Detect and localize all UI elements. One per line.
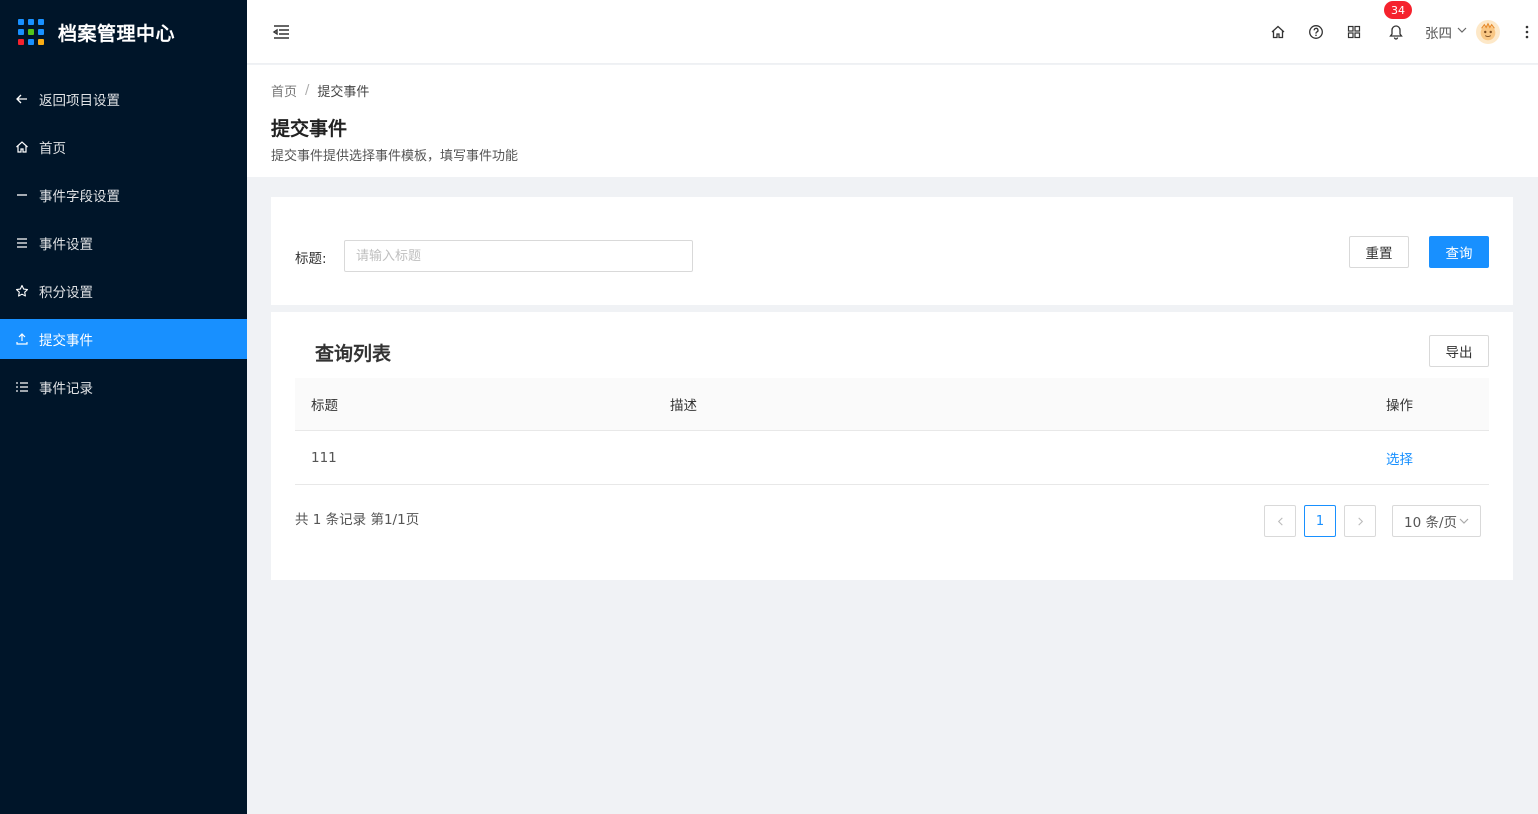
home-icon xyxy=(15,140,29,154)
breadcrumb: 首页 / 提交事件 xyxy=(271,81,1538,100)
next-page-button[interactable] xyxy=(1344,505,1376,537)
help-icon[interactable] xyxy=(1307,23,1325,41)
chevron-left-icon xyxy=(1277,516,1283,526)
page-size-select[interactable]: 10 条/页 xyxy=(1392,505,1481,537)
search-card: 标题: 重置 查询 xyxy=(271,197,1513,305)
brand: 档案管理中心 xyxy=(0,0,247,64)
minus-icon xyxy=(15,188,29,202)
topbar: 34 张四 xyxy=(247,0,1538,64)
chevron-down-icon xyxy=(1459,518,1469,524)
sidebar-item-label: 事件字段设置 xyxy=(39,189,120,205)
title-search-input[interactable] xyxy=(344,240,693,272)
chevron-down-icon xyxy=(1456,24,1468,40)
avatar xyxy=(1476,20,1500,44)
apps-icon[interactable] xyxy=(1345,23,1363,41)
star-icon xyxy=(15,284,29,298)
list-title: 查询列表 xyxy=(315,343,392,365)
export-button[interactable]: 导出 xyxy=(1429,335,1489,367)
upload-icon xyxy=(15,332,29,346)
title-field-label: 标题: xyxy=(295,251,327,267)
arrow-left-icon xyxy=(15,92,29,106)
sidebar-item-home[interactable]: 首页 xyxy=(0,127,247,167)
menu-icon xyxy=(15,236,29,250)
sidebar-item-label: 积分设置 xyxy=(39,285,93,301)
notification-badge: 34 xyxy=(1384,1,1412,19)
event-table: 标题 描述 操作 111 选择 xyxy=(295,378,1489,485)
page-header: 首页 / 提交事件 提交事件 提交事件提供选择事件模板，填写事件功能 xyxy=(247,65,1538,177)
sidebar-item-event-settings[interactable]: 事件设置 xyxy=(0,223,247,263)
total-records-text: 共 1 条记录 第1/1页 xyxy=(295,512,420,528)
app-grid-logo-icon xyxy=(18,19,44,45)
page-number-button[interactable]: 1 xyxy=(1304,505,1336,537)
bell-icon[interactable]: 34 xyxy=(1384,1,1412,41)
page-title: 提交事件 xyxy=(271,118,348,140)
sidebar-item-label: 首页 xyxy=(39,141,66,157)
column-header-description: 描述 xyxy=(670,398,697,414)
sidebar-item-event-records[interactable]: 事件记录 xyxy=(0,367,247,407)
topbar-actions: 34 张四 xyxy=(1269,0,1538,64)
query-button[interactable]: 查询 xyxy=(1429,236,1489,268)
main-area: 34 张四 首页 / 提交事件 提交事件 提交事件提供选择事件模板，填写事件功能 xyxy=(247,0,1538,814)
home-icon[interactable] xyxy=(1269,23,1287,41)
sidebar-item-event-field-settings[interactable]: 事件字段设置 xyxy=(0,175,247,215)
column-header-operation: 操作 xyxy=(1386,398,1413,414)
sidebar-item-label: 提交事件 xyxy=(39,333,93,349)
table-header: 标题 描述 操作 xyxy=(295,378,1489,431)
list-card: 查询列表 导出 标题 描述 操作 111 选择 共 1 条记录 第1/1页 1 xyxy=(271,312,1513,580)
reset-button[interactable]: 重置 xyxy=(1349,236,1409,268)
page-size-value: 10 条/页 xyxy=(1404,515,1458,531)
menu-fold-icon[interactable] xyxy=(271,22,291,42)
sidebar-menu: 返回项目设置 首页 事件字段设置 事件设置 积分设置 提交事件 事件记录 xyxy=(0,79,247,407)
breadcrumb-current: 提交事件 xyxy=(317,85,370,100)
user-menu[interactable]: 张四 xyxy=(1425,20,1500,44)
sidebar-item-submit-event[interactable]: 提交事件 xyxy=(0,319,247,359)
sidebar-item-label: 返回项目设置 xyxy=(39,93,120,109)
table-row: 111 选择 xyxy=(295,431,1489,485)
sidebar-item-back-to-project-settings[interactable]: 返回项目设置 xyxy=(0,79,247,119)
column-header-title: 标题 xyxy=(311,398,338,414)
select-link[interactable]: 选择 xyxy=(1386,448,1413,468)
cell-title: 111 xyxy=(311,449,337,466)
sidebar-item-label: 事件设置 xyxy=(39,237,93,253)
breadcrumb-separator: / xyxy=(305,83,310,98)
prev-page-button[interactable] xyxy=(1264,505,1296,537)
sidebar-item-label: 事件记录 xyxy=(39,381,93,397)
user-name: 张四 xyxy=(1425,26,1452,42)
more-vertical-icon[interactable] xyxy=(1522,22,1532,42)
sidebar: 档案管理中心 返回项目设置 首页 事件字段设置 事件设置 积分设置 提交事件 事… xyxy=(0,0,247,814)
sidebar-item-points-settings[interactable]: 积分设置 xyxy=(0,271,247,311)
breadcrumb-home[interactable]: 首页 xyxy=(271,81,297,100)
chevron-right-icon xyxy=(1357,516,1363,526)
pagination: 1 xyxy=(1264,505,1376,537)
page-description: 提交事件提供选择事件模板，填写事件功能 xyxy=(271,149,519,164)
brand-title: 档案管理中心 xyxy=(58,22,176,45)
list-icon xyxy=(15,380,29,394)
